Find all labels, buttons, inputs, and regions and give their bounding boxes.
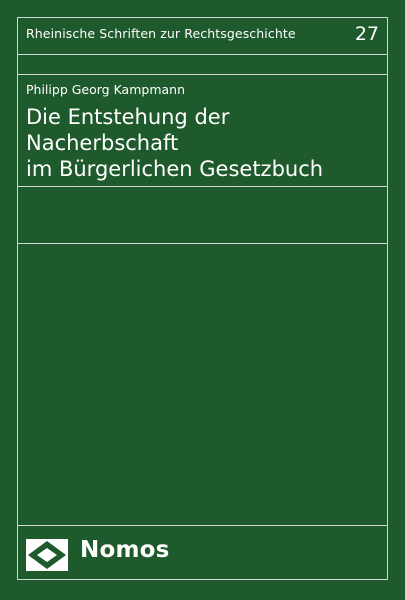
book-title: Die Entstehung der Nacherbschaft im Bürg… <box>26 104 381 182</box>
author-name: Philipp Georg Kampmann <box>26 82 186 97</box>
series-title: Rheinische Schriften zur Rechtsgeschicht… <box>26 26 296 41</box>
divider-line <box>18 243 387 244</box>
volume-number: 27 <box>354 23 379 45</box>
divider-line <box>18 186 387 187</box>
book-title-line: Die Entstehung der Nacherbschaft <box>26 105 230 155</box>
book-cover: Rheinische Schriften zur Rechtsgeschicht… <box>0 0 405 600</box>
book-title-line: im Bürgerlichen Gesetzbuch <box>26 157 324 181</box>
cover-frame: Rheinische Schriften zur Rechtsgeschicht… <box>17 17 388 580</box>
publisher-name: Nomos <box>80 537 170 563</box>
divider-line <box>18 54 387 55</box>
divider-line <box>18 74 387 75</box>
nomos-diamond-logo-icon <box>26 539 68 571</box>
divider-line <box>18 525 387 526</box>
